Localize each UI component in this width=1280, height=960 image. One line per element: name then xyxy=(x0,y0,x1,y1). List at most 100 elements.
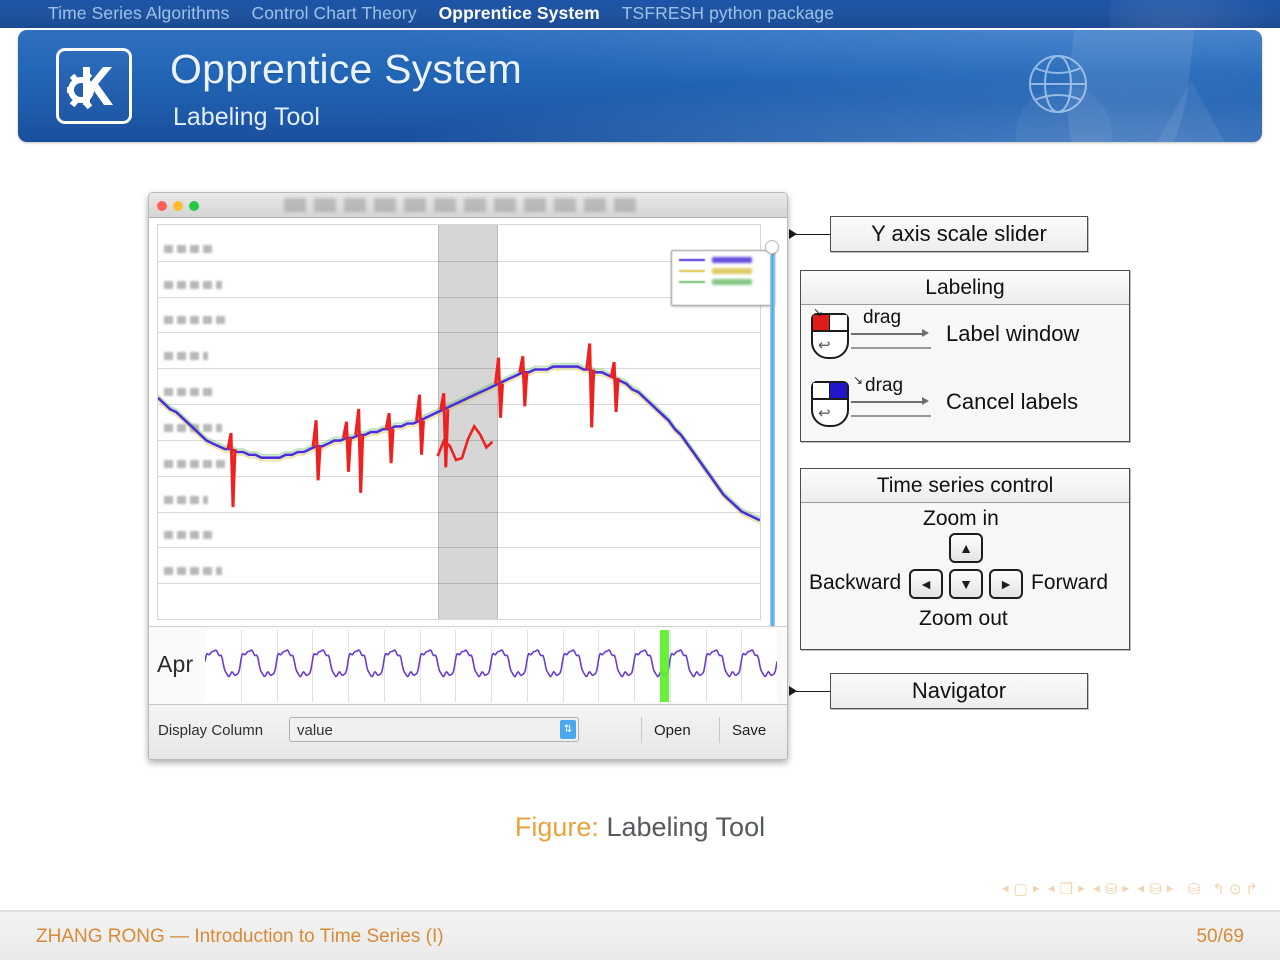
chart-anomaly-spike xyxy=(226,432,237,508)
legend-item-2 xyxy=(679,279,767,285)
beamer-nav-group-section[interactable]: ◄ ⛁ ► xyxy=(1135,880,1175,898)
y-axis-slider-handle[interactable] xyxy=(765,240,779,254)
beamer-next-frame-icon[interactable]: ► xyxy=(1076,883,1087,895)
page-title: Opprentice System xyxy=(170,46,523,92)
mouse-return-curve-icon: ↩ xyxy=(818,337,831,354)
labeling-drag-return-1 xyxy=(851,415,931,417)
legend-item-1 xyxy=(679,268,767,274)
beamer-doc-icon[interactable]: ⛁ xyxy=(1188,880,1201,898)
chart-panel xyxy=(149,218,787,638)
section-nav-bar: Time Series Algorithms Control Chart The… xyxy=(0,0,1280,28)
window-titlebar xyxy=(149,193,787,218)
labeling-drag-arrowhead-1 xyxy=(922,397,929,405)
stepper-updown-icon[interactable]: ⇅ xyxy=(560,720,576,739)
nav-item-time-series-algorithms[interactable]: Time Series Algorithms xyxy=(48,3,229,24)
annotation-cancel-labels-action: Cancel labels xyxy=(946,389,1079,414)
labeling-gesture-1: drag xyxy=(865,375,904,396)
figure-caption: Figure: Labeling Tool xyxy=(0,812,1280,843)
close-icon[interactable] xyxy=(157,201,167,211)
chart-anomaly-spike xyxy=(518,356,529,407)
beamer-next-slide-icon[interactable]: ► xyxy=(1031,883,1042,895)
annotation-y-axis-slider: Y axis scale slider xyxy=(830,216,1088,252)
chart-anomaly-spike xyxy=(585,343,596,428)
page-subtitle: Labeling Tool xyxy=(173,103,320,131)
annotation-navigator-arrowhead xyxy=(789,686,797,696)
beamer-nav-group-slide[interactable]: ◄ ▢ ► xyxy=(1000,880,1042,898)
title-band: Opprentice System Labeling Tool xyxy=(18,30,1262,142)
beamer-section-icon[interactable]: ⛁ xyxy=(1149,880,1162,898)
nav-sheen-decoration xyxy=(1110,0,1280,28)
display-column-label: Display Column xyxy=(158,722,264,739)
beamer-prev-slide-icon[interactable]: ◄ xyxy=(1000,883,1011,895)
chart-line-series xyxy=(158,365,760,522)
window-traffic-lights xyxy=(157,201,199,211)
beamer-prev-frame-icon[interactable]: ◄ xyxy=(1046,883,1057,895)
minimize-icon[interactable] xyxy=(173,201,183,211)
annotation-labeling-body: ↩ ↘ drag Label window ↩ ↘ drag Cancel la… xyxy=(801,305,1129,441)
globe-icon xyxy=(1022,48,1094,120)
annotation-navigator: Navigator xyxy=(830,673,1088,709)
annotation-time-series-control-body: Zoom in ▲ Backward ◄ ▼ ► Forward Zoom ou… xyxy=(801,503,1129,649)
beamer-subsection-icon[interactable]: ⛁ xyxy=(1105,880,1118,898)
annotation-zoom-in-label: Zoom in xyxy=(923,507,999,530)
beamer-nav-group-frame[interactable]: ◄ ❐ ► xyxy=(1046,880,1087,898)
nav-item-control-chart-theory[interactable]: Control Chart Theory xyxy=(251,3,416,24)
nav-item-opprentice-system[interactable]: Opprentice System xyxy=(439,3,600,24)
navigator-panel[interactable]: Apr xyxy=(149,626,787,704)
nav-item-tsfresh-python-package[interactable]: TSFRESH python package xyxy=(622,3,834,24)
slide-header: Time Series Algorithms Control Chart The… xyxy=(0,0,1280,152)
beamer-prev-subsection-icon[interactable]: ◄ xyxy=(1091,883,1102,895)
beamer-search-icon[interactable]: ⊙ xyxy=(1229,880,1242,898)
figure-caption-value: Labeling Tool xyxy=(606,812,766,842)
forward-key-right-arrow-icon[interactable]: ► xyxy=(989,569,1023,599)
navigator-position-marker[interactable] xyxy=(660,630,669,702)
legend-swatch-1 xyxy=(679,270,705,272)
beamer-prev-section-icon[interactable]: ◄ xyxy=(1135,883,1146,895)
slide-footer: ZHANG RONG — Introduction to Time Series… xyxy=(0,911,1280,960)
beamer-navigation-symbols: ◄ ▢ ► ◄ ❐ ► ◄ ⛁ ► ◄ ⛁ ► ⛁ ↰ ⊙ ↱ xyxy=(1000,880,1258,898)
beamer-next-section-icon[interactable]: ► xyxy=(1165,883,1176,895)
labeling-drag-return-0 xyxy=(851,347,931,349)
window-title xyxy=(284,198,644,212)
y-axis-slider-track[interactable] xyxy=(770,254,775,638)
y-axis-scale-slider[interactable] xyxy=(765,238,779,640)
mouse-right-button-icon: ↩ xyxy=(811,381,849,427)
labeling-row-cancel-labels: ↩ xyxy=(811,381,849,427)
navigator-month-label: Apr xyxy=(157,651,194,677)
annotation-label-window-action: Label window xyxy=(946,321,1080,346)
zoom-in-key-up-arrow-icon[interactable]: ▲ xyxy=(949,533,983,563)
beamer-frame-icon[interactable]: ❐ xyxy=(1060,880,1073,898)
chart-anomaly-spike xyxy=(384,412,395,464)
bottom-toolbar: Display Column value ⇅ Open Save xyxy=(149,704,787,759)
labeling-drag-tick-0: ↘ xyxy=(813,305,824,319)
slide: Time Series Algorithms Control Chart The… xyxy=(0,0,1280,960)
beamer-slide-icon[interactable]: ▢ xyxy=(1014,880,1028,898)
annotation-time-series-control-box: Time series control Zoom in ▲ Backward ◄… xyxy=(800,468,1130,650)
open-button[interactable]: Open xyxy=(641,717,703,743)
beamer-next-subsection-icon[interactable]: ► xyxy=(1120,883,1131,895)
chart-anomaly-spike xyxy=(342,421,352,472)
navigator-waveform xyxy=(205,649,777,678)
beamer-back-icon[interactable]: ↰ xyxy=(1212,880,1225,898)
chart-anomaly-spike xyxy=(609,361,620,413)
zoom-icon[interactable] xyxy=(189,201,199,211)
footer-author-title: ZHANG RONG — Introduction to Time Series… xyxy=(36,926,444,947)
beamer-nav-group-subsection[interactable]: ◄ ⛁ ► xyxy=(1091,880,1131,898)
zoom-out-key-down-arrow-icon[interactable]: ▼ xyxy=(949,569,983,599)
annotation-labeling-box: Labeling ↩ ↘ drag Label window ↩ ↘ drag … xyxy=(800,270,1130,442)
display-column-input[interactable]: value ⇅ xyxy=(289,717,579,742)
chart-anomaly-spike xyxy=(354,408,365,493)
labeling-row-label-window: ↩ xyxy=(811,313,849,359)
beamer-forward-icon[interactable]: ↱ xyxy=(1245,880,1258,898)
save-button[interactable]: Save xyxy=(719,717,778,743)
annotation-y-axis-slider-arrowhead xyxy=(789,229,797,239)
chart-legend xyxy=(671,250,775,306)
annotation-backward-label: Backward xyxy=(809,571,902,594)
backward-key-left-arrow-icon[interactable]: ◄ xyxy=(909,569,943,599)
labeling-drag-arrow-0 xyxy=(851,333,923,335)
annotation-y-axis-slider-leader xyxy=(796,234,830,235)
navigator-overview-chart[interactable] xyxy=(205,630,777,702)
display-column-value: value xyxy=(297,722,333,739)
labeling-gesture-0: drag xyxy=(863,307,902,328)
mouse-right-button-highlight xyxy=(830,383,847,400)
